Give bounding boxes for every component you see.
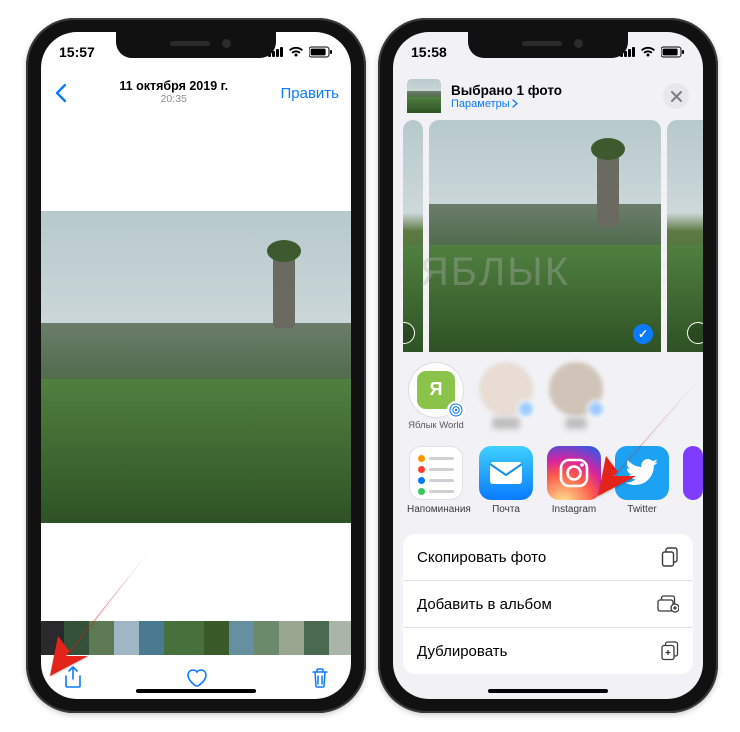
- home-indicator[interactable]: [136, 689, 256, 693]
- trash-button[interactable]: [311, 667, 329, 689]
- back-button[interactable]: [53, 83, 67, 103]
- edit-button[interactable]: Править: [280, 85, 339, 102]
- share-options-button[interactable]: Параметры: [451, 98, 562, 110]
- app-reminders[interactable]: Напоминания: [407, 446, 465, 526]
- status-time: 15:58: [411, 44, 447, 60]
- airdrop-contact[interactable]: Я Яблык World: [407, 362, 465, 438]
- action-duplicate[interactable]: Дублировать: [403, 628, 693, 674]
- action-copy[interactable]: Скопировать фото: [403, 534, 693, 581]
- share-title: Выбрано 1 фото: [451, 83, 562, 98]
- app-label: Twitter: [627, 504, 656, 515]
- annotation-arrow: [578, 370, 708, 500]
- nav-subtitle: 20:35: [119, 94, 228, 106]
- nav-date: 11 октября 2019 г.: [119, 80, 228, 94]
- share-photo-selector[interactable]: [403, 120, 703, 352]
- chevron-right-icon: [512, 99, 518, 108]
- app-label: Напоминания: [407, 504, 471, 515]
- favorite-button[interactable]: [186, 668, 208, 688]
- airdrop-icon: [517, 400, 535, 418]
- duplicate-icon: [661, 641, 679, 661]
- share-thumbnail: [407, 79, 441, 113]
- app-label: Instagram: [552, 504, 596, 515]
- app-label: Почта: [492, 504, 520, 515]
- mail-icon: [489, 461, 523, 485]
- app-mail[interactable]: Почта: [479, 446, 533, 526]
- annotation-arrow: [30, 540, 160, 680]
- share-header: Выбрано 1 фото Параметры: [393, 72, 703, 120]
- wifi-icon: [640, 46, 656, 58]
- selected-photo[interactable]: [429, 120, 661, 352]
- battery-icon: [309, 46, 333, 58]
- action-label: Скопировать фото: [417, 549, 546, 566]
- action-list: Скопировать фото Добавить в альбом Дубли…: [403, 534, 693, 674]
- share-options-label: Параметры: [451, 98, 510, 110]
- close-button[interactable]: [663, 83, 689, 109]
- status-icons: [268, 46, 333, 58]
- action-label: Добавить в альбом: [417, 596, 552, 613]
- action-add-album[interactable]: Добавить в альбом: [403, 581, 693, 628]
- battery-icon: [661, 46, 685, 58]
- phone-right: 15:58 Выбрано 1 фото Параметры: [378, 18, 718, 713]
- nav-bar: 11 октября 2019 г. 20:35 Править: [41, 72, 351, 114]
- screen-right: 15:58 Выбрано 1 фото Параметры: [393, 32, 703, 699]
- notch: [116, 32, 276, 58]
- wifi-icon: [288, 46, 304, 58]
- selected-check-icon: [633, 324, 653, 344]
- close-icon: [671, 91, 682, 102]
- status-time: 15:57: [59, 44, 95, 60]
- airdrop-contact-label: Яблык World: [408, 420, 464, 431]
- home-indicator[interactable]: [488, 689, 608, 693]
- main-photo: [41, 211, 351, 523]
- copy-icon: [661, 547, 679, 567]
- airdrop-contact[interactable]: ████: [477, 362, 535, 438]
- canvas: 15:57 11 октября 2019 г. 20:35 Править: [0, 0, 740, 732]
- notch: [468, 32, 628, 58]
- action-label: Дублировать: [417, 643, 507, 660]
- status-icons: [620, 46, 685, 58]
- airdrop-icon: [447, 401, 465, 419]
- share-header-text: Выбрано 1 фото Параметры: [451, 83, 562, 110]
- album-icon: [657, 595, 679, 613]
- watermark: ЯБЛЫК: [420, 250, 570, 295]
- nav-title: 11 октября 2019 г. 20:35: [119, 80, 228, 105]
